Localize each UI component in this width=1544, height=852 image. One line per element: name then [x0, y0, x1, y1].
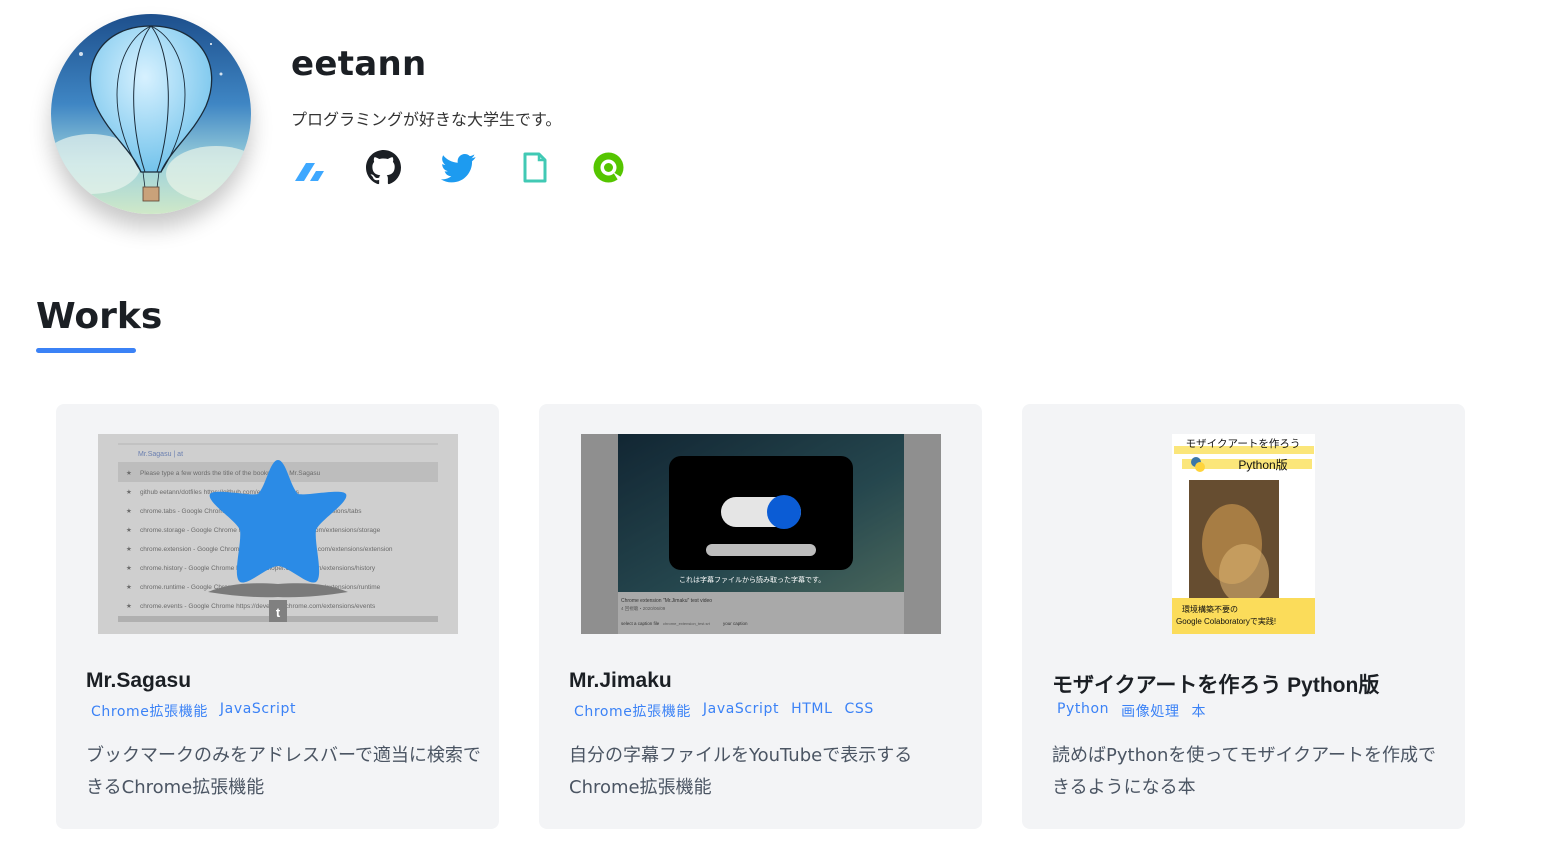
work-description: 自分の字幕ファイルをYouTubeで表示するChrome拡張機能 — [569, 745, 913, 798]
sagasu-query-row: Mr.Sagasu | at — [138, 451, 183, 458]
sagasu-badge: t — [276, 605, 281, 620]
work-thumbnail: モザイクアートを作ろう Python版 環境構築不要の Google Colab… — [1064, 434, 1424, 634]
jimaku-caption: これは字幕ファイルから読み取った字幕です。 — [679, 575, 825, 584]
tag[interactable]: JavaScript — [703, 701, 779, 721]
tag[interactable]: Chrome拡張機能 — [91, 701, 208, 721]
tag[interactable]: 画像処理 — [1121, 701, 1179, 721]
work-description: ブックマークのみをアドレスバーで適当に検索できるChrome拡張機能 — [86, 745, 481, 798]
twitter-icon[interactable] — [441, 150, 476, 185]
tag[interactable]: 本 — [1192, 701, 1207, 721]
tag[interactable]: HTML — [791, 701, 832, 721]
profile-bio: プログラミングが好きな大学生です。 — [291, 110, 562, 129]
svg-text:★: ★ — [126, 526, 132, 534]
work-thumbnail: これは字幕ファイルから読み取った字幕です。 Chrome extension "… — [581, 434, 941, 634]
sagasu-row: Please type a few words the title of the… — [140, 470, 321, 477]
work-card-mr-sagasu[interactable]: Mr.Sagasu | at ★ Please type a few words … — [56, 404, 499, 829]
jimaku-toggle-label: your caption — [723, 621, 748, 626]
social-links — [291, 150, 626, 185]
work-title[interactable]: Mr.Jimaku — [569, 669, 672, 693]
jimaku-select-label: select a caption file — [621, 621, 660, 626]
works-heading: Works — [36, 296, 163, 337]
github-icon[interactable] — [366, 150, 401, 185]
svg-text:★: ★ — [126, 583, 132, 591]
work-description: 読めばPythonを使ってモザイクアートを作成できるようになる本 — [1052, 745, 1437, 798]
svg-text:★: ★ — [126, 488, 132, 496]
work-thumbnail: Mr.Sagasu | at ★ Please type a few words … — [98, 434, 458, 634]
jimaku-file-name: chrome_extension_test.srt — [663, 621, 711, 626]
jimaku-video-title: Chrome extension "Mr.Jimaku" test video — [621, 598, 712, 604]
work-tags: Chrome拡張機能 JavaScript — [91, 701, 296, 721]
sagasu-row: chrome.events - Google Chrome https://de… — [140, 603, 376, 610]
profile-avatar — [51, 14, 251, 214]
svg-text:★: ★ — [126, 564, 132, 572]
work-title[interactable]: Mr.Sagasu — [86, 669, 191, 693]
tag[interactable]: CSS — [844, 701, 873, 721]
work-card-mosaic-art[interactable]: モザイクアートを作ろう Python版 環境構築不要の Google Colab… — [1022, 404, 1465, 829]
svg-text:★: ★ — [126, 507, 132, 515]
jimaku-views: 4 回視聴・2020/06/09 — [621, 605, 666, 612]
profile-name: eetann — [291, 44, 427, 84]
work-title[interactable]: モザイクアートを作ろう Python版 — [1052, 669, 1379, 699]
work-tags: Python 画像処理 本 — [1057, 701, 1206, 721]
tag[interactable]: Chrome拡張機能 — [574, 701, 691, 721]
note-icon[interactable] — [516, 150, 551, 185]
book-cover-footer: 環境構築不要の — [1182, 604, 1238, 614]
zenn-icon[interactable] — [291, 150, 326, 185]
book-cover-footer: Google Colaboratoryで実践! — [1176, 616, 1276, 626]
book-cover-subtitle: Python版 — [1238, 458, 1287, 472]
work-card-mr-jimaku[interactable]: これは字幕ファイルから読み取った字幕です。 Chrome extension "… — [539, 404, 982, 829]
svg-text:★: ★ — [126, 602, 132, 610]
tag[interactable]: Python — [1057, 701, 1109, 721]
works-heading-underline — [36, 348, 136, 353]
svg-text:★: ★ — [126, 469, 132, 477]
qiita-icon[interactable] — [591, 150, 626, 185]
tag[interactable]: JavaScript — [220, 701, 296, 721]
work-tags: Chrome拡張機能 JavaScript HTML CSS — [574, 701, 874, 721]
svg-text:★: ★ — [126, 545, 132, 553]
book-cover-title: モザイクアートを作ろう — [1186, 438, 1301, 450]
